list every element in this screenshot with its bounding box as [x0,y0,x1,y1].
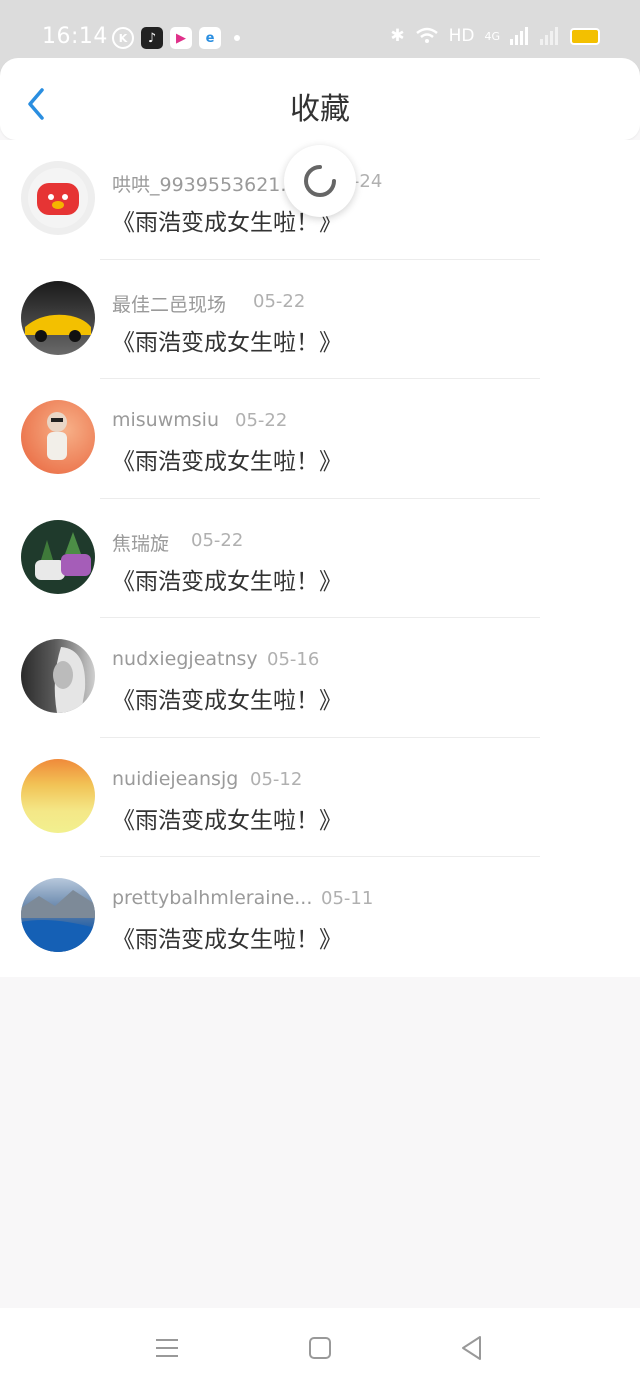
list-item[interactable]: misuwmsiu 05-22 《雨浩变成女生啦！》 [0,379,640,499]
signal-icon [510,27,528,45]
avatar[interactable] [21,758,95,833]
video-app-icon: ▶ [170,27,192,49]
page-title: 收藏 [290,92,350,127]
post-title[interactable]: 《雨浩变成女生啦！》 [112,920,342,954]
bluetooth-icon: ✱ [390,26,405,46]
post-title[interactable]: 《雨浩变成女生啦！》 [112,681,342,715]
avatar[interactable] [21,161,95,235]
favorites-list: 哄哄_9939553621... 05-24 《雨浩变成女生啦！》 最佳二邑现场… [0,140,640,977]
status-time: 16:14 [42,24,108,49]
post-date: 05-12 [250,768,303,790]
k-app-icon: K [112,27,134,49]
list-item[interactable]: nudxiegjeatnsy 05-16 《雨浩变成女生啦！》 [0,618,640,738]
post-title[interactable]: 《雨浩变成女生啦！》 [112,442,342,476]
loading-spinner [284,145,356,217]
signal-label: 4G [484,29,500,43]
list-item[interactable]: prettybalhmleraine... 05-11 《雨浩变成女生啦！》 [0,857,640,977]
network-type: HD [448,26,475,46]
battery-icon [570,27,600,45]
status-indicators: ✱ HD 4G [390,26,600,46]
username: 哄哄_9939553621... [112,174,299,196]
post-date: 05-16 [267,649,320,670]
app-header: 收藏 [0,58,640,140]
back-triangle-icon[interactable] [456,1332,488,1364]
menu-icon[interactable] [151,1332,183,1364]
system-nav-bar [0,1308,640,1387]
post-date: 05-22 [191,529,244,551]
username: prettybalhmleraine... [112,887,313,909]
post-title[interactable]: 《雨浩变成女生啦！》 [112,801,342,835]
post-title[interactable]: 《雨浩变成女生啦！》 [112,562,342,596]
post-date: 05-22 [253,290,306,312]
signal-icon-2 [540,27,558,45]
home-square-icon[interactable] [304,1332,336,1364]
username: misuwmsiu [112,409,219,431]
avatar[interactable] [21,400,95,474]
post-date: 05-11 [321,888,374,909]
post-title[interactable]: 《雨浩变成女生啦！》 [112,323,342,357]
list-item[interactable]: 焦瑞旋 05-22 《雨浩变成女生啦！》 [0,499,640,618]
username: 最佳二邑现场 [112,293,227,316]
avatar[interactable] [21,280,95,355]
username: 焦瑞旋 [112,532,170,555]
browser-icon: e [199,27,221,49]
notification-dot [234,35,240,41]
spinner-icon [304,165,336,197]
status-app-icons: K ♪ ▶ e [112,27,240,49]
post-date: 05-22 [235,410,288,431]
wifi-icon [415,27,438,43]
list-item[interactable]: 最佳二邑现场 05-22 《雨浩变成女生啦！》 [0,260,640,379]
tiktok-icon: ♪ [141,27,163,49]
avatar[interactable] [21,878,95,952]
list-item[interactable]: nuidiejeansjg 05-12 《雨浩变成女生啦！》 [0,738,640,857]
username: nuidiejeansjg [112,767,239,790]
username: nudxiegjeatnsy [112,648,258,670]
avatar[interactable] [21,639,95,713]
avatar[interactable] [21,519,95,594]
